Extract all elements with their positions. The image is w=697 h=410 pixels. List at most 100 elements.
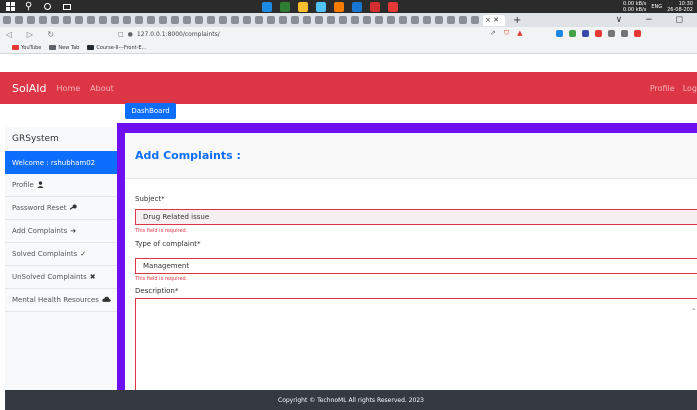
tab-favicon[interactable] xyxy=(27,16,35,24)
tab-favicon[interactable] xyxy=(207,16,215,24)
tab-favicon[interactable] xyxy=(147,16,155,24)
tab-favicon[interactable] xyxy=(303,16,311,24)
active-tab[interactable]: × ✕ xyxy=(483,14,505,26)
description-textarea[interactable]: ▴ xyxy=(135,298,697,393)
tab-favicon[interactable] xyxy=(195,16,203,24)
tab-favicon[interactable] xyxy=(387,16,395,24)
network-speed-up: 0.00 kB/s xyxy=(622,0,647,7)
type-label: Type of complaint* xyxy=(135,240,201,248)
extension-icon[interactable] xyxy=(582,30,589,37)
taskbar-app-icon[interactable] xyxy=(334,2,344,12)
tab-favicon[interactable] xyxy=(291,16,299,24)
tab-favicon[interactable] xyxy=(255,16,263,24)
taskbar-app-icon[interactable] xyxy=(316,2,326,12)
sidebar-item-mental-health-resources[interactable]: Mental Health Resources xyxy=(5,289,117,312)
extension-icon[interactable] xyxy=(608,30,615,37)
new-tab-button[interactable]: + xyxy=(513,15,521,26)
system-tray: 0.00 kB/s 0.00 kB/s ENG 10:30 26-08-202 xyxy=(623,0,693,13)
windows-start-icon[interactable] xyxy=(6,2,15,11)
taskbar-app-icon[interactable] xyxy=(352,2,362,12)
extension-icon[interactable] xyxy=(634,30,641,37)
scroll-indicator: ▴ xyxy=(692,306,695,312)
taskbar-app-icon[interactable] xyxy=(388,2,398,12)
tab-favicon[interactable] xyxy=(99,16,107,24)
tab-favicon[interactable] xyxy=(267,16,275,24)
sidebar-item-unsolved-complaints[interactable]: UnSolved Complaints ✖ xyxy=(5,266,117,289)
tab-favicon[interactable] xyxy=(411,16,419,24)
tab-favicon[interactable] xyxy=(15,16,23,24)
tab-favicon[interactable] xyxy=(315,16,323,24)
tab-favicon[interactable] xyxy=(351,16,359,24)
sidebar-item-add-complaints[interactable]: Add Complaints ➔ xyxy=(5,220,117,243)
tab-favicon[interactable] xyxy=(75,16,83,24)
share-icon[interactable]: ⇗ xyxy=(490,29,496,38)
taskbar-app-icon[interactable] xyxy=(370,2,380,12)
bookmark-page-icon[interactable]: □ xyxy=(118,31,124,38)
tab-favicon[interactable] xyxy=(123,16,131,24)
sidebar-item-profile[interactable]: Profile xyxy=(5,174,117,197)
bookmark-item[interactable]: YouTube xyxy=(12,45,41,51)
tab-favicon[interactable] xyxy=(363,16,371,24)
sidebar-item-password-reset[interactable]: Password Reset xyxy=(5,197,117,220)
taskbar-clock[interactable]: 10:30 26-08-202 xyxy=(667,1,693,13)
window-controls[interactable]: ∨ − ◻ xyxy=(616,13,693,27)
bookmark-item[interactable]: New Tab xyxy=(49,45,79,51)
subject-input[interactable]: Drug Related issue xyxy=(135,209,697,225)
nav-link-logout[interactable]: Log xyxy=(683,84,697,93)
taskbar-app-icon[interactable] xyxy=(262,2,272,12)
dashboard-button[interactable]: DashBoard xyxy=(125,103,176,119)
taskbar-app-icon[interactable] xyxy=(280,2,290,12)
back-forward-reload-icons[interactable]: ◁ ▷ ↻ xyxy=(6,30,60,39)
tab-favicon[interactable] xyxy=(399,16,407,24)
extension-icon[interactable] xyxy=(556,30,563,37)
tab-favicon[interactable] xyxy=(183,16,191,24)
browser-tab-strip: × ✕ + ∨ − ◻ xyxy=(0,13,697,27)
tab-favicon[interactable] xyxy=(135,16,143,24)
extension-icon[interactable] xyxy=(621,30,628,37)
extension-icon[interactable] xyxy=(569,30,576,37)
footer: Copyright © TechnoML All rights Reserved… xyxy=(5,390,697,410)
site-info-icon[interactable]: ● xyxy=(128,31,133,38)
sidebar-item-solved-complaints[interactable]: Solved Complaints ✓ xyxy=(5,243,117,266)
tab-favicon[interactable] xyxy=(423,16,431,24)
tab-favicon[interactable] xyxy=(39,16,47,24)
tab-favicon[interactable] xyxy=(279,16,287,24)
bookmark-item[interactable]: Course-II---Front-E... xyxy=(87,45,146,51)
nav-link-home[interactable]: Home xyxy=(57,84,81,93)
url-field[interactable]: □ ● 127.0.0.1:8000/complaints/ xyxy=(118,29,488,40)
tab-favicon[interactable] xyxy=(171,16,179,24)
nav-link-about[interactable]: About xyxy=(90,84,114,93)
task-view-icon[interactable] xyxy=(63,3,72,10)
triangle-icon[interactable]: ▲ xyxy=(517,29,522,38)
tab-favicon[interactable] xyxy=(375,16,383,24)
tab-favicon[interactable] xyxy=(111,16,119,24)
language-indicator[interactable]: ENG xyxy=(651,4,662,10)
nav-link-profile[interactable]: Profile xyxy=(650,84,675,93)
type-of-complaint-select[interactable]: Management xyxy=(135,258,697,274)
tab-favicon[interactable] xyxy=(447,16,455,24)
tab-favicon[interactable] xyxy=(459,16,467,24)
tab-favicon[interactable] xyxy=(51,16,59,24)
tab-favicon[interactable] xyxy=(159,16,167,24)
tab-favicon[interactable] xyxy=(471,16,479,24)
extension-icon[interactable] xyxy=(595,30,602,37)
tab-favicon[interactable] xyxy=(219,16,227,24)
tab-favicon[interactable] xyxy=(435,16,443,24)
complaint-form-card: Add Complaints : Subject* Drug Related i… xyxy=(125,133,697,393)
tab-favicon[interactable] xyxy=(3,16,11,24)
tab-favicon[interactable] xyxy=(243,16,251,24)
taskbar-search-icon[interactable]: ⚲ xyxy=(25,0,32,13)
bookmark-label: Course-II---Front-E... xyxy=(96,44,147,51)
sidebar-item-welcome[interactable]: Welcome : rshubham02 xyxy=(5,151,117,174)
sidebar: GRSystem Welcome : rshubham02 Profile Pa… xyxy=(5,127,118,390)
tab-favicon[interactable] xyxy=(327,16,335,24)
url-text: 127.0.0.1:8000/complaints/ xyxy=(136,31,220,38)
taskbar-app-icon[interactable] xyxy=(298,2,308,12)
brand-logo[interactable]: SolAId xyxy=(12,82,47,95)
cortana-icon[interactable] xyxy=(44,3,52,10)
tab-favicon[interactable] xyxy=(87,16,95,24)
shield-icon[interactable]: ⛉ xyxy=(504,29,509,38)
tab-favicon[interactable] xyxy=(339,16,347,24)
tab-favicon[interactable] xyxy=(63,16,71,24)
tab-favicon[interactable] xyxy=(231,16,239,24)
